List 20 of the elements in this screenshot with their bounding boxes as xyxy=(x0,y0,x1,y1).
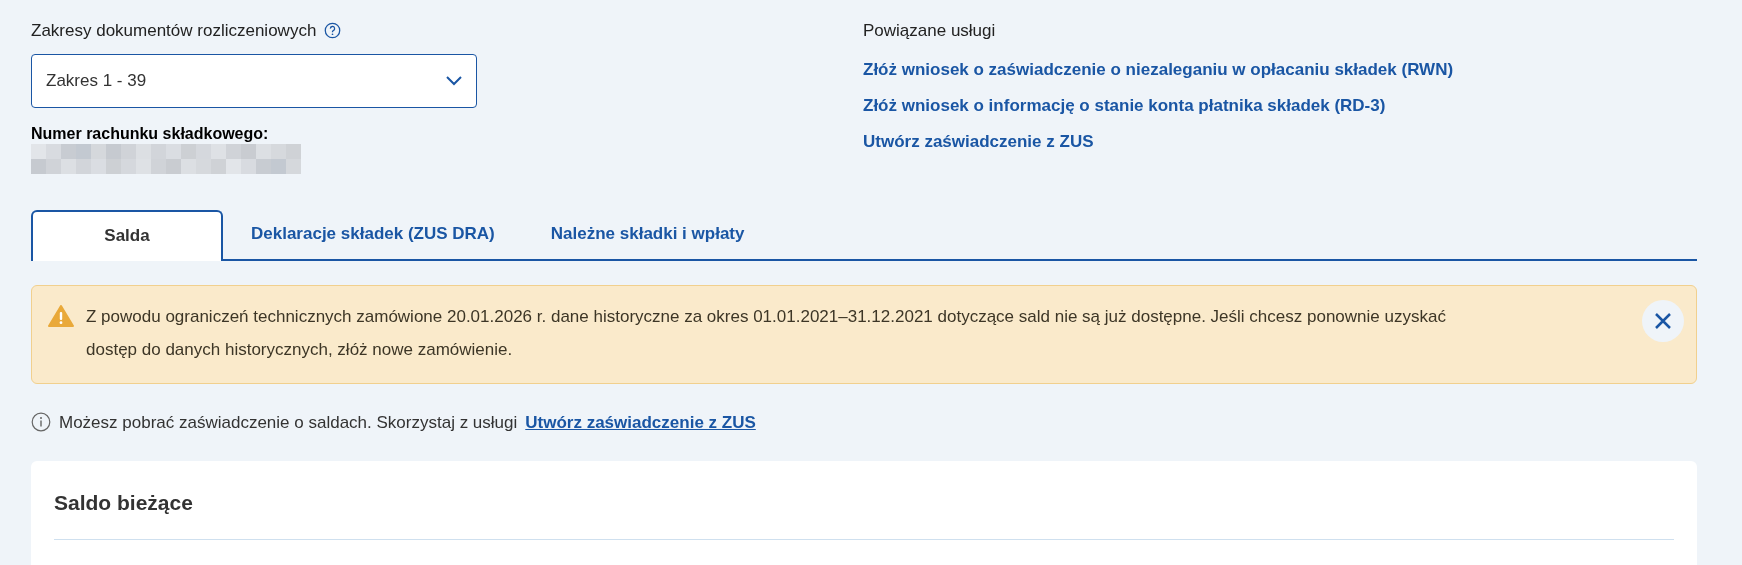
close-icon xyxy=(1654,311,1672,330)
range-dropdown[interactable]: Zakres 1 - 39 xyxy=(31,53,477,108)
card-title: Saldo bieżące xyxy=(54,490,194,516)
close-button[interactable] xyxy=(1642,299,1684,342)
certificate-link[interactable]: Utwórz zaświadczenie z ZUS xyxy=(525,409,756,435)
info-icon xyxy=(31,412,51,433)
tab[interactable]: Salda xyxy=(31,209,223,261)
account-label: Numer rachunku składkowego: xyxy=(31,123,270,144)
chevron-down-icon xyxy=(446,75,462,86)
field-label: Zakresy dokumentów rozliczeniowych xyxy=(31,20,317,42)
service-link[interactable]: Utwórz zaświadczenie z ZUS xyxy=(863,131,1454,152)
service-link[interactable]: Złóż wniosek o informację o stanie konta płatnika składek (RD-3) xyxy=(863,95,1454,116)
help-icon[interactable] xyxy=(324,22,342,40)
tab[interactable]: Należne składki i wpłaty xyxy=(522,209,773,259)
info-text: Możesz pobrać zaświadczenie o saldach. Skorzystaj z usługi xyxy=(59,411,518,434)
section-title: Powiązane usługi xyxy=(863,20,997,42)
tab[interactable]: Deklaracje składek (ZUS DRA) xyxy=(223,209,523,259)
warning-icon xyxy=(48,304,74,327)
alert-message: Z powodu ograniczeń technicznych zamówione 20.01.2026 r. dane historyczne za okres 01.01.2021–31.12.2021 dotyczące sald nie są już dostępne. Jeśli chcesz ponownie uzyskać dostęp do danych historycznych, złóż nowe zamówienie. xyxy=(86,305,1447,361)
service-link[interactable]: Złóż wniosek o zaświadczenie o niezaleganiu w opłacaniu składek (RWN) xyxy=(863,59,1454,80)
